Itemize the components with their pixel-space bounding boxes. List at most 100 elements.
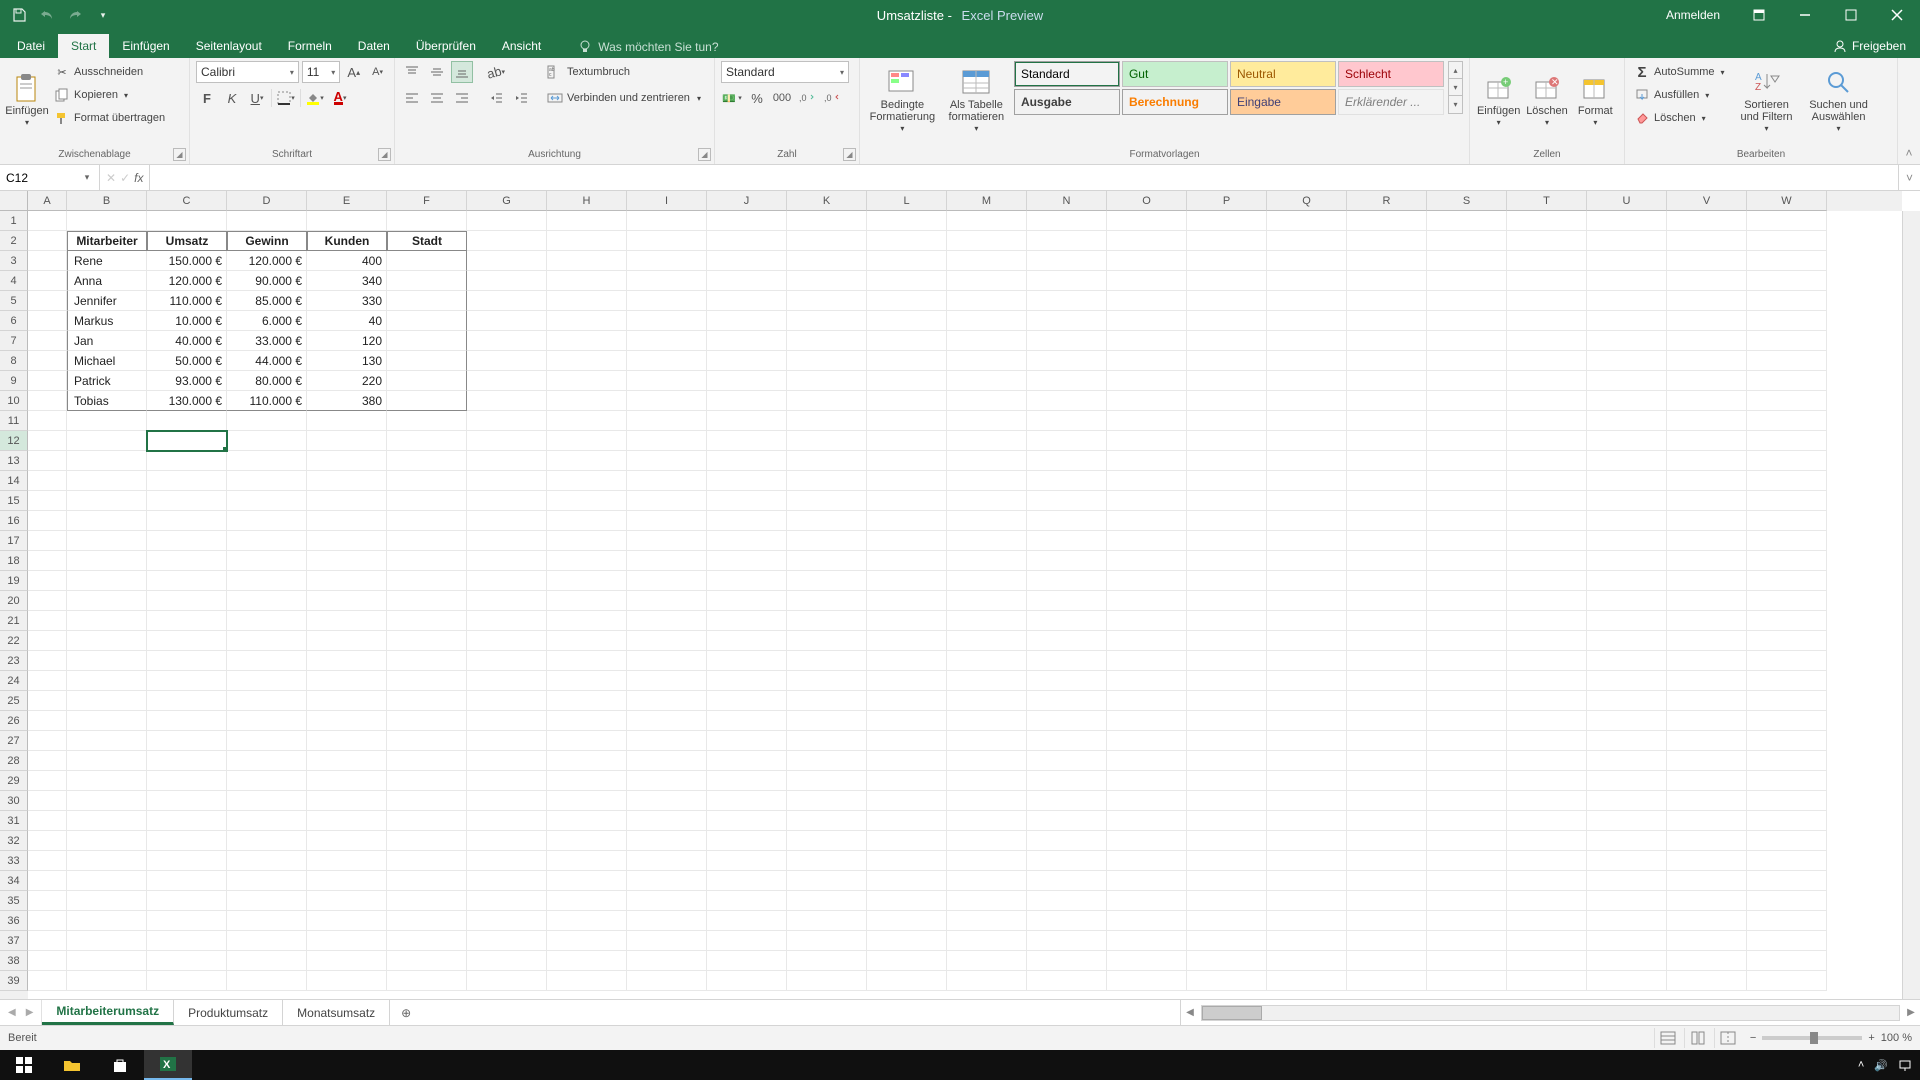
row-header-36[interactable]: 36 xyxy=(0,911,28,931)
cell-G32[interactable] xyxy=(467,831,547,851)
cell-E33[interactable] xyxy=(307,851,387,871)
col-header-K[interactable]: K xyxy=(787,191,867,211)
cell-A39[interactable] xyxy=(28,971,67,991)
formula-input[interactable] xyxy=(150,165,1898,190)
cell-A14[interactable] xyxy=(28,471,67,491)
cell-H14[interactable] xyxy=(547,471,627,491)
copy-button[interactable]: Kopieren▾ xyxy=(51,84,168,106)
cell-G13[interactable] xyxy=(467,451,547,471)
cell-S38[interactable] xyxy=(1427,951,1507,971)
cell-F9[interactable] xyxy=(387,371,467,391)
cell-M27[interactable] xyxy=(947,731,1027,751)
cell-I4[interactable] xyxy=(627,271,707,291)
cell-S33[interactable] xyxy=(1427,851,1507,871)
cell-I27[interactable] xyxy=(627,731,707,751)
cell-K17[interactable] xyxy=(787,531,867,551)
cell-U20[interactable] xyxy=(1587,591,1667,611)
cell-F38[interactable] xyxy=(387,951,467,971)
col-header-W[interactable]: W xyxy=(1747,191,1827,211)
cell-H25[interactable] xyxy=(547,691,627,711)
cell-L33[interactable] xyxy=(867,851,947,871)
cell-D11[interactable] xyxy=(227,411,307,431)
cell-O24[interactable] xyxy=(1107,671,1187,691)
cell-N16[interactable] xyxy=(1027,511,1107,531)
cell-G34[interactable] xyxy=(467,871,547,891)
cell-T11[interactable] xyxy=(1507,411,1587,431)
cell-Q26[interactable] xyxy=(1267,711,1347,731)
cell-N19[interactable] xyxy=(1027,571,1107,591)
cell-J36[interactable] xyxy=(707,911,787,931)
cell-V39[interactable] xyxy=(1667,971,1747,991)
cell-T27[interactable] xyxy=(1507,731,1587,751)
cell-M16[interactable] xyxy=(947,511,1027,531)
cell-U35[interactable] xyxy=(1587,891,1667,911)
cell-J17[interactable] xyxy=(707,531,787,551)
cell-U38[interactable] xyxy=(1587,951,1667,971)
cell-N8[interactable] xyxy=(1027,351,1107,371)
cell-I29[interactable] xyxy=(627,771,707,791)
cell-S31[interactable] xyxy=(1427,811,1507,831)
cell-H19[interactable] xyxy=(547,571,627,591)
cell-L38[interactable] xyxy=(867,951,947,971)
cell-P33[interactable] xyxy=(1187,851,1267,871)
cell-S26[interactable] xyxy=(1427,711,1507,731)
cell-Q14[interactable] xyxy=(1267,471,1347,491)
cell-B33[interactable] xyxy=(67,851,147,871)
cell-I7[interactable] xyxy=(627,331,707,351)
cell-H33[interactable] xyxy=(547,851,627,871)
cell-N11[interactable] xyxy=(1027,411,1107,431)
cell-P19[interactable] xyxy=(1187,571,1267,591)
cell-B22[interactable] xyxy=(67,631,147,651)
cell-R34[interactable] xyxy=(1347,871,1427,891)
cell-P32[interactable] xyxy=(1187,831,1267,851)
cell-H8[interactable] xyxy=(547,351,627,371)
cell-A23[interactable] xyxy=(28,651,67,671)
cell-N32[interactable] xyxy=(1027,831,1107,851)
cell-Q31[interactable] xyxy=(1267,811,1347,831)
cell-H36[interactable] xyxy=(547,911,627,931)
row-header-28[interactable]: 28 xyxy=(0,751,28,771)
style-explanatory[interactable]: Erklärender ... xyxy=(1338,89,1444,115)
cell-I10[interactable] xyxy=(627,391,707,411)
cell-L9[interactable] xyxy=(867,371,947,391)
cell-K36[interactable] xyxy=(787,911,867,931)
cell-N29[interactable] xyxy=(1027,771,1107,791)
cell-S36[interactable] xyxy=(1427,911,1507,931)
cell-V6[interactable] xyxy=(1667,311,1747,331)
cell-J14[interactable] xyxy=(707,471,787,491)
cell-styles-gallery[interactable]: Standard Gut Neutral Schlecht Ausgabe Be… xyxy=(1014,61,1444,115)
cell-M11[interactable] xyxy=(947,411,1027,431)
cell-F12[interactable] xyxy=(387,431,467,451)
cell-U10[interactable] xyxy=(1587,391,1667,411)
new-sheet-button[interactable]: ⊕ xyxy=(390,1000,422,1025)
decrease-font-icon[interactable]: A▾ xyxy=(367,61,388,83)
cell-M21[interactable] xyxy=(947,611,1027,631)
col-header-E[interactable]: E xyxy=(307,191,387,211)
row-header-24[interactable]: 24 xyxy=(0,671,28,691)
tab-start[interactable]: Start xyxy=(58,34,109,58)
cell-V34[interactable] xyxy=(1667,871,1747,891)
cell-S17[interactable] xyxy=(1427,531,1507,551)
cell-W37[interactable] xyxy=(1747,931,1827,951)
cell-V12[interactable] xyxy=(1667,431,1747,451)
cell-F15[interactable] xyxy=(387,491,467,511)
font-name-combo[interactable]: Calibri▾ xyxy=(196,61,299,83)
cell-W5[interactable] xyxy=(1747,291,1827,311)
cell-V32[interactable] xyxy=(1667,831,1747,851)
cell-P6[interactable] xyxy=(1187,311,1267,331)
cell-P20[interactable] xyxy=(1187,591,1267,611)
cell-E19[interactable] xyxy=(307,571,387,591)
cell-M23[interactable] xyxy=(947,651,1027,671)
cell-L30[interactable] xyxy=(867,791,947,811)
cell-T23[interactable] xyxy=(1507,651,1587,671)
cell-T6[interactable] xyxy=(1507,311,1587,331)
cell-J9[interactable] xyxy=(707,371,787,391)
cell-L3[interactable] xyxy=(867,251,947,271)
cell-R9[interactable] xyxy=(1347,371,1427,391)
cell-B25[interactable] xyxy=(67,691,147,711)
cell-R19[interactable] xyxy=(1347,571,1427,591)
cell-W14[interactable] xyxy=(1747,471,1827,491)
cell-L18[interactable] xyxy=(867,551,947,571)
cell-C4[interactable]: 120.000 € xyxy=(147,271,227,291)
cell-B26[interactable] xyxy=(67,711,147,731)
